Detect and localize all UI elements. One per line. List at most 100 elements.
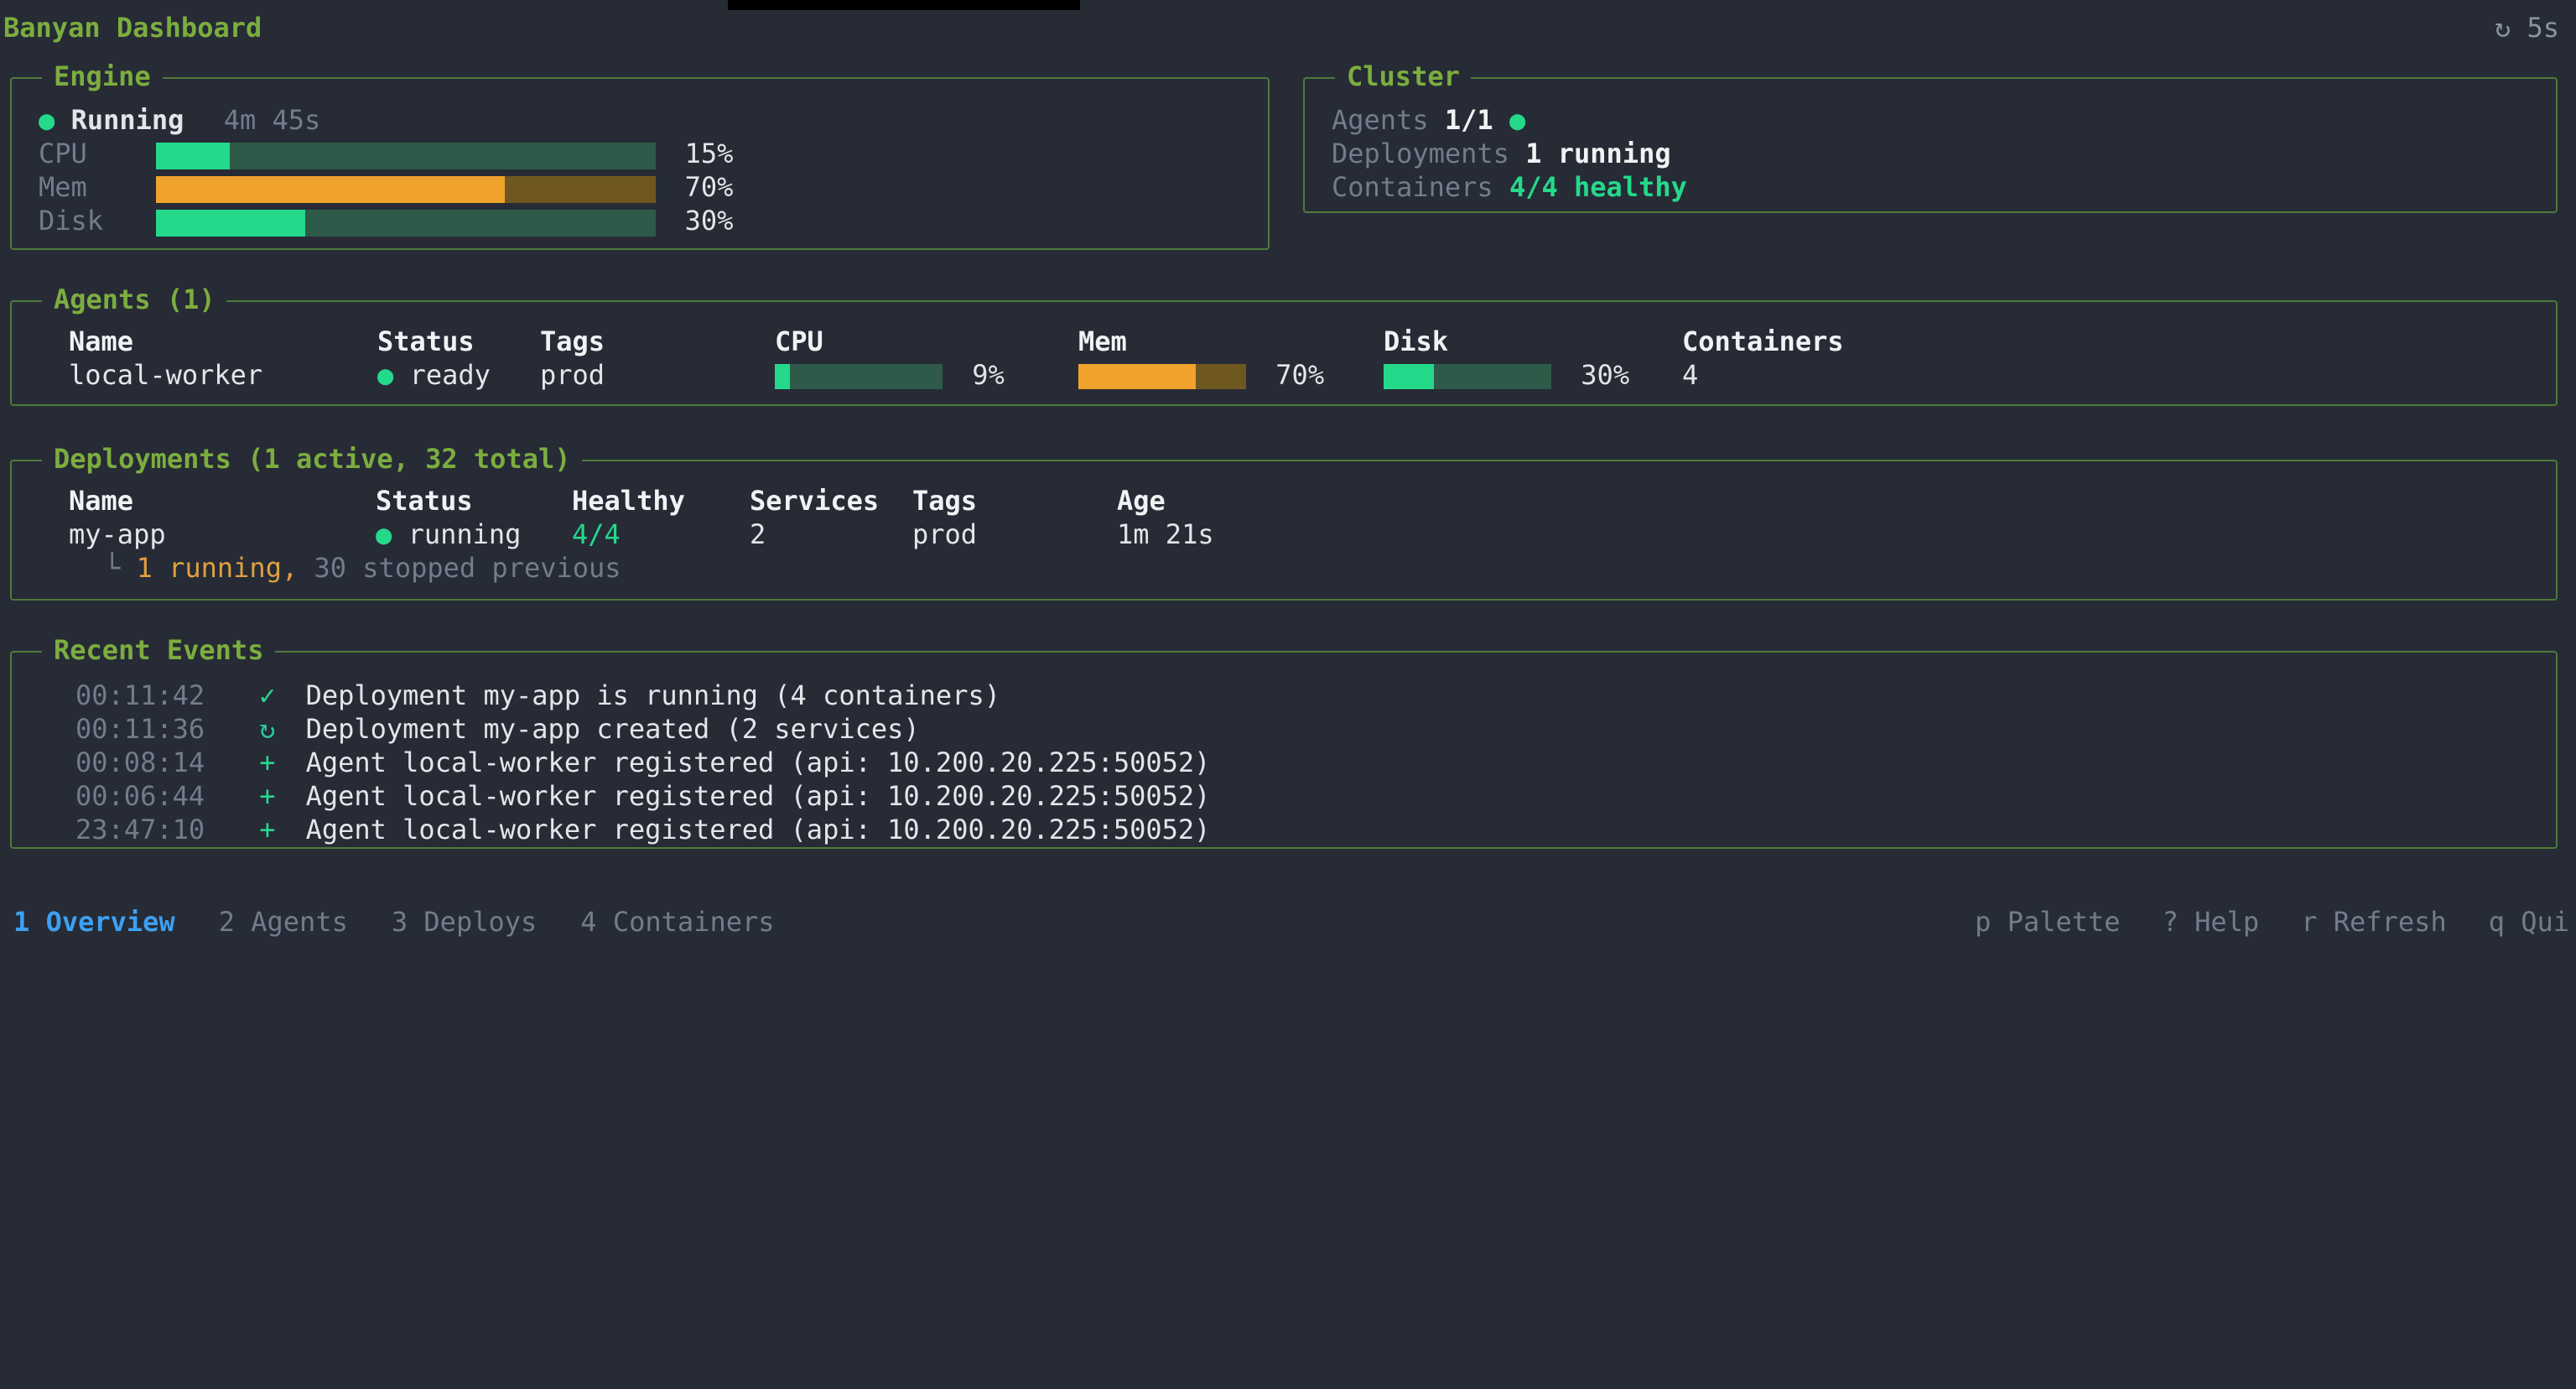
status-dot-icon: ● [377,359,393,391]
deployment-detail-stopped: 30 stopped previous [314,552,621,584]
shortcut-label: Palette [2007,906,2121,938]
event-row: 23:47:10 + Agent local-worker registered… [12,814,2556,847]
deployments-table-header: Name Status Healthy Services Tags Age [12,485,2556,518]
agent-mem-cell: 70% [1078,359,1384,393]
deployment-age: 1m 21s [1117,518,2556,552]
auto-refresh-indicator: ↻ 5s [2495,12,2559,44]
shortcut-label: Help [2194,906,2259,938]
cluster-deployments-value: 1 running [1525,138,1670,169]
deployment-healthy: 4/4 [572,518,750,552]
col-header-healthy: Healthy [572,485,750,518]
cluster-containers-row: Containers 4/4 healthy [1332,171,2556,205]
mem-meter-bar [1078,364,1246,389]
cpu-meter-bar [155,142,655,169]
shortcut-key: p [1975,906,1991,938]
cpu-meter-value: 9% [972,359,1005,391]
event-message: Agent local-worker registered (api: 10.2… [306,814,1211,845]
shortcut-help[interactable]: ? Help [2163,906,2260,939]
cluster-containers-label: Containers [1332,171,1493,203]
deployments-panel-title: Deployments (1 active, 32 total) [42,443,583,475]
event-time: 00:06:44 [75,780,243,814]
agent-status-text: ready [410,359,491,391]
cluster-agents-row: Agents 1/1 ● [1332,104,2556,138]
footer-keybar: 1 Overview 2 Agents 3 Deploys 4 Containe… [13,906,2569,939]
mem-label: Mem [39,171,139,205]
tab-label: Deploys [423,906,537,938]
disk-meter-fill [1384,364,1434,389]
col-header-name: Name [69,325,377,359]
cluster-containers-value: 4/4 healthy [1509,171,1687,203]
agent-cpu-cell: 9% [775,359,1078,393]
disk-label: Disk [39,205,139,238]
tab-key: 4 [580,906,596,938]
terminal-dashboard: Banyan Dashboard ↻ 5s Engine ● Running 4… [0,0,2576,1389]
event-time: 00:11:36 [75,713,243,747]
tab-label: Agents [251,906,348,938]
deployments-panel: Deployments (1 active, 32 total) Name St… [10,460,2558,601]
event-message: Agent local-worker registered (api: 10.2… [306,747,1211,778]
engine-status-row: ● Running 4m 45s [39,104,1268,138]
engine-uptime: 4m 45s [224,104,321,136]
deployment-detail-row: └ 1 running, 30 stopped previous [12,552,2556,585]
shortcut-key: q [2489,906,2505,938]
agents-table-header: Name Status Tags CPU Mem Disk Containers [12,325,2556,359]
col-header-services: Services [750,485,912,518]
col-header-disk: Disk [1384,325,1682,359]
check-icon: ✓ [259,679,289,713]
topbar: Banyan Dashboard ↻ 5s [0,10,2576,50]
cpu-label: CPU [39,138,139,171]
engine-status-text: Running [71,104,184,136]
shortcut-label: Refresh [2334,906,2447,938]
shortcut-label: Qui [2521,906,2569,938]
cluster-agents-label: Agents [1332,104,1429,136]
event-row: 00:06:44 + Agent local-worker registered… [12,780,2556,814]
tab-agents[interactable]: 2 Agents [219,906,348,939]
tab-key: 3 [392,906,408,938]
event-message: Agent local-worker registered (api: 10.2… [306,780,1211,812]
shortcut-quit[interactable]: q Qui [2489,906,2569,939]
tab-containers[interactable]: 4 Containers [580,906,774,939]
col-header-containers: Containers [1682,325,2556,359]
cpu-meter-fill [775,364,790,389]
disk-meter-bar [155,209,655,236]
deployment-status-cell: ● running [376,518,572,552]
engine-disk-row: Disk 30% [39,205,1268,238]
recent-events-panel: Recent Events 00:11:42 ✓ Deployment my-a… [10,651,2558,849]
view-tabs: 1 Overview 2 Agents 3 Deploys 4 Containe… [13,906,775,939]
event-message: Deployment my-app created (2 services) [306,713,920,745]
col-header-name: Name [69,485,376,518]
shortcut-key: r [2301,906,2317,938]
event-time: 23:47:10 [75,814,243,847]
tab-deploys[interactable]: 3 Deploys [392,906,537,939]
app-title: Banyan Dashboard [3,12,262,44]
deployment-table-row[interactable]: my-app ● running 4/4 2 prod 1m 21s [12,518,2556,552]
engine-panel-title: Engine [42,60,163,92]
cluster-agents-value: 1/1 [1445,104,1493,136]
status-dot-icon: ● [39,104,55,136]
agent-disk-cell: 30% [1384,359,1682,393]
agent-name: local-worker [69,359,377,393]
shortcut-palette[interactable]: p Palette [1975,906,2120,939]
mem-meter-bar [155,175,655,202]
recent-events-panel-title: Recent Events [42,634,275,666]
cluster-panel-title: Cluster [1335,60,1472,92]
terminal-tab-strip [728,0,1080,10]
agent-table-row[interactable]: local-worker ● ready prod 9% 70% 30% [12,359,2556,393]
tab-key: 1 [13,906,29,938]
tab-overview[interactable]: 1 Overview [13,906,175,939]
mem-meter-fill [155,175,505,202]
col-header-age: Age [1117,485,2556,518]
status-dot-icon: ● [376,518,392,550]
shortcut-refresh[interactable]: r Refresh [2301,906,2446,939]
disk-meter-value: 30% [685,205,734,237]
deployment-tags: prod [912,518,1117,552]
col-header-mem: Mem [1078,325,1384,359]
status-dot-icon: ● [1509,104,1525,136]
event-message: Deployment my-app is running (4 containe… [306,679,1000,711]
deployment-services: 2 [750,518,912,552]
cluster-deployments-row: Deployments 1 running [1332,138,2556,171]
plus-icon: + [259,814,289,847]
event-time: 00:11:42 [75,679,243,713]
disk-meter-value: 30% [1581,359,1629,391]
plus-icon: + [259,747,289,780]
